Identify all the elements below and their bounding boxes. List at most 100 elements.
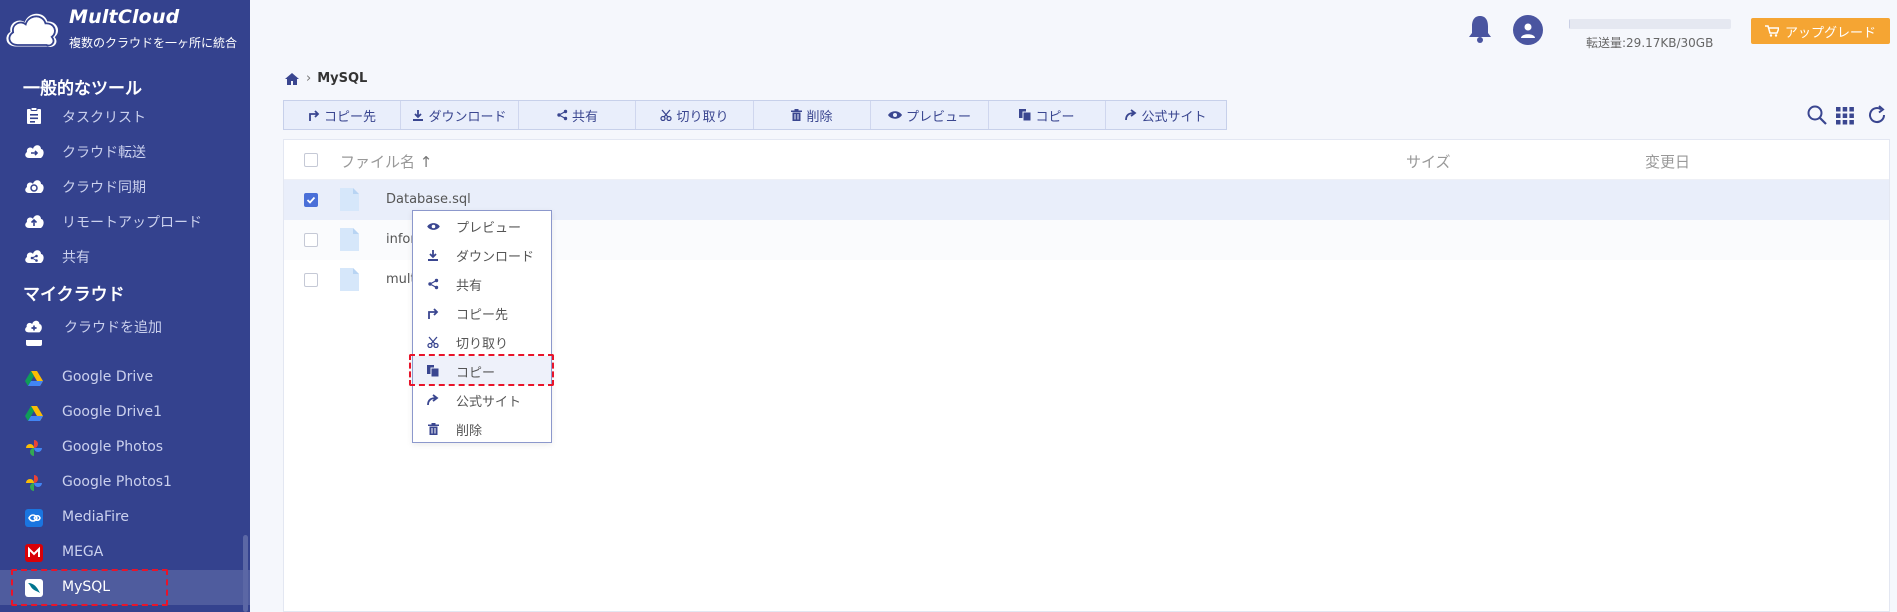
copy-to-icon <box>309 110 320 121</box>
sidebar-item-mediafire[interactable]: MediaFire <box>0 500 250 535</box>
sidebar: MultCloud 複数のクラウドを一ヶ所に統合 一般的なツール タスクリスト … <box>0 0 250 612</box>
context-menu-item-cut[interactable]: 切り取り <box>413 327 551 356</box>
sidebar-item-task-list[interactable]: タスクリスト <box>0 98 250 133</box>
upgrade-label: アップグレード <box>1784 25 1876 41</box>
delete-button[interactable]: 削除 <box>754 101 871 129</box>
sidebar-item-label: タスクリスト <box>62 110 146 126</box>
sidebar-item-label: リモートアップロード <box>62 215 202 231</box>
sidebar-scrollbar[interactable] <box>243 535 248 612</box>
share-icon <box>426 277 440 291</box>
sidebar-item-remote-upload[interactable]: リモートアップロード <box>0 203 250 238</box>
context-menu-item-delete[interactable]: 削除 <box>413 414 551 443</box>
cart-icon <box>1764 25 1779 37</box>
sidebar-item-label: クラウド転送 <box>62 145 146 161</box>
user-avatar[interactable] <box>1513 15 1543 45</box>
refresh-icon[interactable] <box>1866 104 1888 126</box>
upgrade-button[interactable]: アップグレード <box>1751 18 1890 44</box>
context-menu-item-official-site[interactable]: 公式サイト <box>413 385 551 414</box>
sidebar-item-label: 共有 <box>62 250 90 266</box>
google-photos-icon <box>24 438 44 458</box>
add-cloud-label: クラウドを追加 <box>64 320 162 336</box>
section-title-tools: 一般的なツール <box>23 79 142 99</box>
sidebar-item-share[interactable]: 共有 <box>0 238 250 273</box>
copy-icon <box>1019 109 1032 121</box>
grid-view-icon[interactable] <box>1836 104 1854 126</box>
cloud-upload-icon <box>24 211 44 231</box>
sidebar-item-mysql[interactable]: MySQL <box>0 570 250 605</box>
cloud-sync-icon <box>24 176 44 196</box>
cut-button[interactable]: 切り取り <box>636 101 754 129</box>
copy-button[interactable]: コピー <box>989 101 1106 129</box>
scissors-icon <box>660 109 673 121</box>
chevron-right-icon: › <box>306 71 312 86</box>
cloud-add-icon <box>24 316 44 336</box>
column-header-name[interactable]: ファイル名 ↑ <box>340 151 432 172</box>
context-menu: プレビュー ダウンロード 共有 コピー先 切り取り コピー 公式サイト 削除 <box>412 210 552 443</box>
context-menu-item-copy[interactable]: コピー <box>413 356 551 385</box>
add-cloud-button[interactable]: クラウドを追加 <box>0 308 250 343</box>
external-arrow-icon <box>1125 109 1137 121</box>
sidebar-item-google-drive[interactable]: Google Drive <box>0 360 250 395</box>
copy-to-button[interactable]: コピー先 <box>284 101 401 129</box>
row-checkbox[interactable] <box>304 273 318 287</box>
context-menu-item-preview[interactable]: プレビュー <box>413 211 551 240</box>
share-button[interactable]: 共有 <box>519 101 636 129</box>
app-name: MultCloud <box>69 6 180 28</box>
context-menu-item-copy-to[interactable]: コピー先 <box>413 298 551 327</box>
sidebar-item-label: Google Photos1 <box>62 474 172 490</box>
mediafire-icon <box>24 508 44 528</box>
row-checkbox[interactable] <box>304 233 318 247</box>
sidebar-item-label: Google Photos <box>62 439 164 455</box>
file-toolbar: コピー先 ダウンロード 共有 切り取り 削除 プレビュー コピー 公式サイト <box>283 100 1227 130</box>
sidebar-item-label: MySQL <box>62 579 111 595</box>
trash-icon <box>791 109 803 121</box>
context-menu-item-download[interactable]: ダウンロード <box>413 240 551 269</box>
sidebar-item-cloud-sync[interactable]: クラウド同期 <box>0 168 250 203</box>
cloud-share-icon <box>24 246 44 266</box>
app-logo[interactable]: MultCloud 複数のクラウドを一ヶ所に統合 <box>0 0 250 58</box>
user-icon <box>1521 23 1535 38</box>
mega-icon <box>24 543 44 563</box>
download-icon <box>426 248 440 262</box>
download-button[interactable]: ダウンロード <box>401 101 519 129</box>
official-site-button[interactable]: 公式サイト <box>1106 101 1226 129</box>
file-icon <box>340 188 359 211</box>
trash-icon <box>426 422 440 436</box>
sidebar-item-cloud-transfer[interactable]: クラウド転送 <box>0 133 250 168</box>
search-icon[interactable] <box>1806 104 1828 126</box>
eye-icon <box>887 111 902 119</box>
breadcrumb-current[interactable]: MySQL <box>317 71 367 86</box>
google-drive-icon <box>24 368 44 388</box>
file-name[interactable]: Database.sql <box>386 192 471 207</box>
file-icon <box>340 268 359 291</box>
traffic-usage-text: 転送量:29.17KB/30GB <box>1586 36 1714 50</box>
external-arrow-icon <box>426 393 440 407</box>
sidebar-item-google-drive1[interactable]: Google Drive1 <box>0 395 250 430</box>
section-title-my-clouds: マイクラウド <box>23 285 125 305</box>
column-header-modified[interactable]: 変更日 <box>1645 151 1690 172</box>
download-icon <box>413 110 424 121</box>
sidebar-item-google-photos[interactable]: Google Photos <box>0 430 250 465</box>
google-drive-icon <box>24 403 44 423</box>
sidebar-item-label: Google Drive <box>62 369 154 385</box>
row-checkbox[interactable] <box>304 193 318 207</box>
mysql-icon <box>24 578 44 598</box>
cloud-transfer-icon <box>24 141 44 161</box>
file-icon <box>340 228 359 251</box>
scissors-icon <box>426 335 440 349</box>
sidebar-item-mega[interactable]: MEGA <box>0 535 250 570</box>
sort-ascending-icon: ↑ <box>419 153 433 171</box>
breadcrumb: › MySQL <box>284 71 367 86</box>
select-all-checkbox[interactable] <box>304 153 318 167</box>
flickr-icon <box>26 340 42 346</box>
context-menu-item-share[interactable]: 共有 <box>413 269 551 298</box>
preview-button[interactable]: プレビュー <box>871 101 989 129</box>
traffic-progress-bar <box>1569 19 1731 29</box>
bell-icon[interactable] <box>1466 14 1494 44</box>
home-icon[interactable] <box>284 72 300 86</box>
copy-to-icon <box>426 306 440 320</box>
google-photos-icon <box>24 473 44 493</box>
app-tagline: 複数のクラウドを一ヶ所に統合 <box>69 36 238 50</box>
column-header-size[interactable]: サイズ <box>1406 151 1451 172</box>
sidebar-item-google-photos1[interactable]: Google Photos1 <box>0 465 250 500</box>
